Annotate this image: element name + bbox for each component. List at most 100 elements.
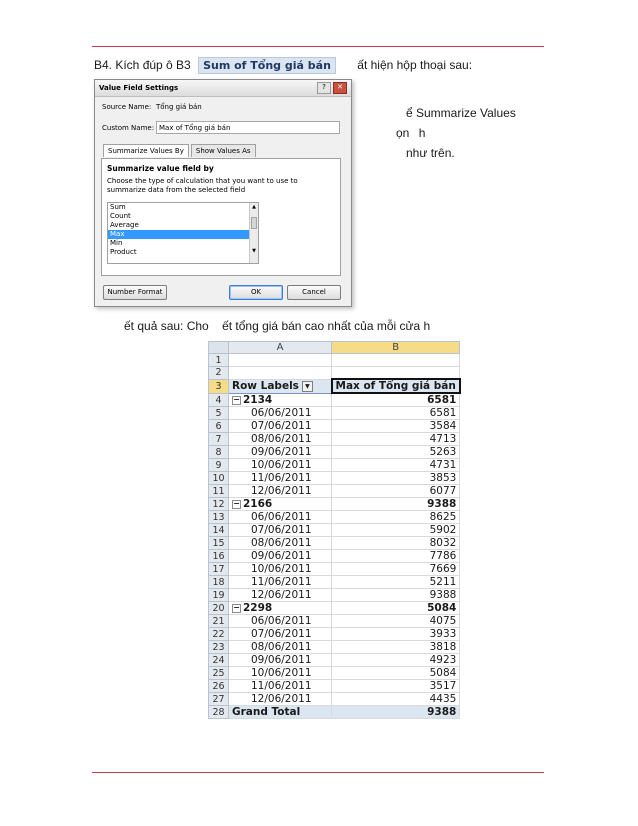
column-header-a[interactable]: A	[228, 340, 332, 355]
row-number[interactable]: 21	[208, 614, 229, 629]
cell-a[interactable]: 06/06/2011	[228, 406, 332, 421]
cell-b[interactable]: 4713	[330, 432, 461, 447]
row-number[interactable]: 26	[208, 679, 229, 694]
cell-a[interactable]: 09/06/2011	[228, 445, 332, 460]
help-icon[interactable]: ?	[317, 82, 331, 94]
sheet-corner[interactable]	[208, 340, 229, 355]
cell-b[interactable]: 3517	[330, 679, 461, 694]
scroll-down-icon[interactable]: ▼	[250, 247, 258, 255]
column-header-b[interactable]: B	[330, 340, 461, 355]
cell-b[interactable]: Max of Tổng giá bán	[330, 378, 461, 395]
cell-a[interactable]: 11/06/2011	[228, 679, 332, 694]
cell-a[interactable]: Row Labels ▼	[228, 378, 332, 394]
cell-b[interactable]: 5263	[330, 445, 461, 460]
row-number[interactable]: 4	[208, 392, 229, 408]
custom-name-input[interactable]: Max of Tổng giá bán	[156, 121, 340, 134]
tab-show-values-as[interactable]: Show Values As	[190, 144, 256, 157]
calculation-listbox[interactable]: Sum Count Average Max Min Product ▲ ▼	[107, 202, 259, 264]
list-item[interactable]: Sum	[108, 203, 258, 212]
list-item-selected[interactable]: Max	[108, 230, 258, 239]
row-number[interactable]: 2	[208, 365, 229, 380]
filter-dropdown-icon[interactable]: ▼	[301, 380, 313, 392]
cell-b[interactable]: 4075	[330, 614, 461, 629]
row-number[interactable]: 13	[208, 510, 229, 525]
number-format-button[interactable]: Number Format	[103, 285, 167, 300]
cell-a[interactable]: Grand Total	[228, 705, 332, 720]
row-number[interactable]: 11	[208, 484, 229, 499]
cell-a[interactable]: 07/06/2011	[228, 523, 332, 538]
cell-b[interactable]: 3933	[330, 627, 461, 642]
cell-b[interactable]	[330, 365, 461, 380]
row-number[interactable]: 27	[208, 692, 229, 707]
cell-a[interactable]: 12/06/2011	[228, 484, 332, 499]
row-number[interactable]: 7	[208, 432, 229, 447]
row-number[interactable]: 25	[208, 666, 229, 681]
cell-b[interactable]: 8625	[330, 510, 461, 525]
cell-b[interactable]: 7669	[330, 562, 461, 577]
cell-b[interactable]: 3818	[330, 640, 461, 655]
row-number[interactable]: 20	[208, 601, 229, 616]
tab-summarize-values-by[interactable]: Summarize Values By	[103, 144, 189, 157]
list-scrollbar[interactable]: ▲ ▼	[249, 203, 258, 263]
ok-button[interactable]: OK	[229, 285, 283, 300]
list-item[interactable]: Average	[108, 221, 258, 230]
cell-a[interactable]: −2134	[228, 392, 332, 408]
row-number[interactable]: 10	[208, 471, 229, 486]
scroll-up-icon[interactable]: ▲	[250, 203, 258, 211]
cell-b[interactable]: 9388	[330, 588, 461, 603]
row-number[interactable]: 12	[208, 497, 229, 512]
cell-b[interactable]: 3853	[330, 471, 461, 486]
cell-b[interactable]: 8032	[330, 536, 461, 551]
row-number[interactable]: 28	[208, 705, 229, 720]
close-icon[interactable]: ✕	[333, 82, 347, 94]
collapse-icon[interactable]: −	[232, 395, 241, 405]
collapse-icon[interactable]: −	[232, 499, 241, 509]
cell-b[interactable]: 5084	[330, 601, 461, 616]
cell-b[interactable]: 4923	[330, 653, 461, 668]
row-number[interactable]: 14	[208, 523, 229, 538]
row-number[interactable]: 15	[208, 536, 229, 551]
cell-b[interactable]: 3584	[330, 419, 461, 434]
cell-a[interactable]: 12/06/2011	[228, 692, 332, 707]
scroll-thumb[interactable]	[251, 217, 257, 229]
cell-b[interactable]: 4731	[330, 458, 461, 473]
cell-b[interactable]: 5211	[330, 575, 461, 590]
cell-a[interactable]: −2166	[228, 497, 332, 512]
list-item[interactable]: Product	[108, 248, 258, 257]
cell-b[interactable]: 5084	[330, 666, 461, 681]
cell-a[interactable]: 07/06/2011	[228, 627, 332, 642]
cell-b[interactable]: 6581	[330, 406, 461, 421]
cell-b[interactable]: 6077	[330, 484, 461, 499]
row-number[interactable]: 1	[208, 353, 229, 367]
cell-a[interactable]	[228, 353, 332, 367]
cell-a[interactable]: 06/06/2011	[228, 510, 332, 525]
row-number[interactable]: 24	[208, 653, 229, 668]
cell-a[interactable]: 11/06/2011	[228, 575, 332, 590]
row-number[interactable]: 22	[208, 627, 229, 642]
row-number[interactable]: 8	[208, 445, 229, 460]
cell-a[interactable]: 07/06/2011	[228, 419, 332, 434]
collapse-icon[interactable]: −	[232, 603, 241, 613]
cell-a[interactable]: −2298	[228, 601, 332, 616]
row-number[interactable]: 16	[208, 549, 229, 564]
cell-a[interactable]: 09/06/2011	[228, 549, 332, 564]
cell-b[interactable]: 7786	[330, 549, 461, 564]
cell-a[interactable]: 11/06/2011	[228, 471, 332, 486]
row-number[interactable]: 23	[208, 640, 229, 655]
cell-b[interactable]: 4435	[330, 692, 461, 707]
cell-a[interactable]: 10/06/2011	[228, 562, 332, 577]
cell-a[interactable]: 08/06/2011	[228, 640, 332, 655]
cell-b[interactable]: 9388	[330, 497, 461, 512]
cell-a[interactable]: 06/06/2011	[228, 614, 332, 629]
cell-a[interactable]: 10/06/2011	[228, 666, 332, 681]
cell-b[interactable]: 5902	[330, 523, 461, 538]
cancel-button[interactable]: Cancel	[287, 285, 341, 300]
cell-b[interactable]	[330, 353, 461, 367]
row-number[interactable]: 18	[208, 575, 229, 590]
row-number[interactable]: 9	[208, 458, 229, 473]
cell-a[interactable]: 12/06/2011	[228, 588, 332, 603]
cell-b[interactable]: 9388	[330, 705, 461, 720]
cell-a[interactable]: 09/06/2011	[228, 653, 332, 668]
cell-a[interactable]: 08/06/2011	[228, 536, 332, 551]
cell-a[interactable]	[228, 365, 332, 380]
